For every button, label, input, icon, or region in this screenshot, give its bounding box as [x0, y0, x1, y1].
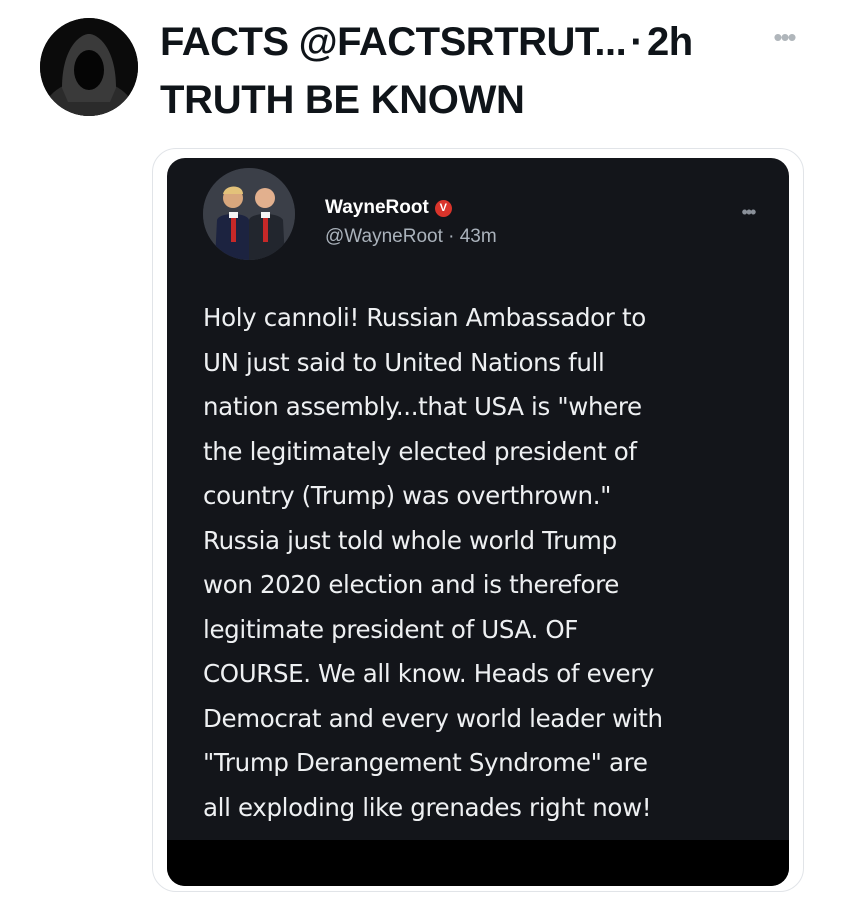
author-handle[interactable]: @FACTSRTRUT...	[299, 20, 627, 64]
more-horizontal-icon[interactable]: •••	[764, 22, 804, 52]
verified-badge-icon: V	[434, 200, 452, 217]
embedded-handle-time: @WayneRoot · 43m	[325, 226, 497, 247]
attached-image[interactable]: WayneRoot V @WayneRoot · 43m ••• Holy can…	[152, 148, 804, 892]
embedded-bottom-bar	[167, 840, 789, 886]
embedded-tweet-screenshot: WayneRoot V @WayneRoot · 43m ••• Holy can…	[167, 158, 789, 886]
hooded-figure-icon	[40, 18, 138, 116]
two-men-photo-icon	[203, 168, 295, 260]
tweet-header: FACTS @FACTSRTRUT... · 2h	[160, 16, 800, 68]
embedded-author-name-text: WayneRoot	[325, 197, 429, 218]
embedded-more-icon: •••	[741, 202, 757, 222]
tweet-text: TRUTH BE KNOWN	[160, 78, 525, 122]
embedded-tweet-body: Holy cannoli! Russian Ambassador to UN j…	[203, 303, 663, 822]
author-name[interactable]: FACTS	[160, 20, 289, 64]
embedded-author-name: WayneRoot V	[325, 196, 452, 220]
embedded-author-avatar	[203, 168, 295, 260]
author-avatar[interactable]	[40, 18, 138, 116]
separator-dot: ·	[630, 20, 644, 64]
timestamp[interactable]: 2h	[647, 20, 693, 64]
